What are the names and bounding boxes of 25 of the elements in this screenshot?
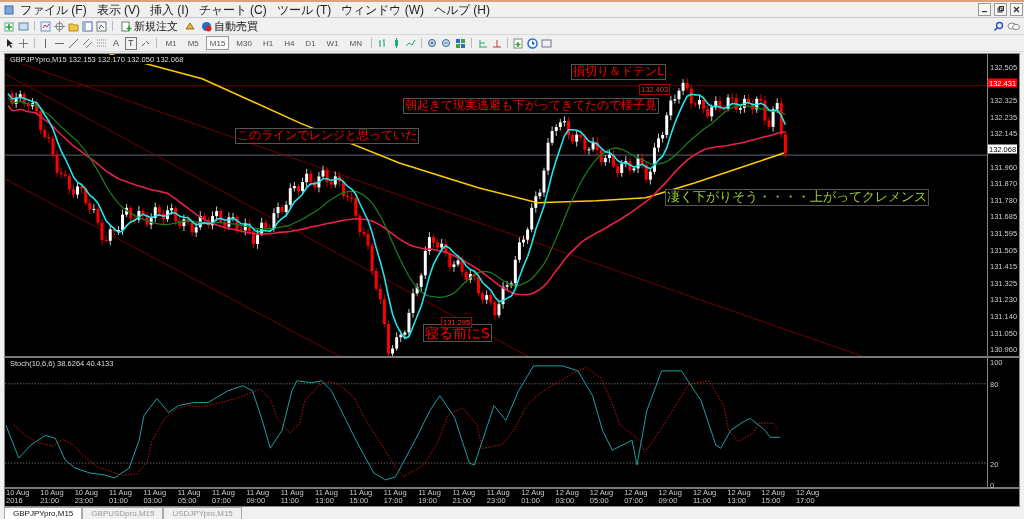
timeframe-button[interactable]: M30: [232, 36, 256, 50]
menu-item[interactable]: 挿入 (I): [146, 2, 193, 17]
menu-item[interactable]: 表示 (V): [92, 2, 144, 17]
chart-annotation[interactable]: 損切り＆ドテンL: [571, 64, 666, 80]
chart-annotation[interactable]: このラインでレンジと思っていた: [235, 128, 419, 144]
chart-tab[interactable]: GBPJPYpro,M15: [4, 507, 83, 519]
timeframe-button[interactable]: H4: [280, 36, 299, 50]
new-order-button[interactable]: 新規注文: [118, 18, 181, 34]
menu-item[interactable]: ツール (T): [272, 2, 336, 17]
chart-annotation[interactable]: 凄く下がりそう・・・・上がってクレメンス: [665, 189, 929, 206]
menu-item[interactable]: ヘルプ (H): [430, 2, 494, 17]
menu-item[interactable]: ウィンドウ (W): [337, 2, 428, 17]
menu-item[interactable]: ファイル (F): [16, 2, 91, 17]
timeframe-button[interactable]: M1: [161, 36, 181, 50]
menu-item[interactable]: チャート (C): [194, 2, 271, 17]
auto-trading-button[interactable]: 自動売買: [198, 18, 261, 34]
chart-annotation[interactable]: 朝起きて現実逃避も下がってきてたので様子見: [403, 98, 659, 114]
timeframe-button[interactable]: MN: [345, 36, 367, 50]
timeframe-button[interactable]: M5: [183, 36, 203, 50]
timeframe-button[interactable]: H1: [258, 36, 278, 50]
timeframe-button[interactable]: W1: [322, 36, 343, 50]
timeframe-button[interactable]: D1: [301, 36, 320, 50]
text-tool[interactable]: A: [110, 36, 122, 50]
text-label-tool[interactable]: T: [125, 36, 137, 50]
timeframe-button[interactable]: M15: [205, 36, 230, 50]
